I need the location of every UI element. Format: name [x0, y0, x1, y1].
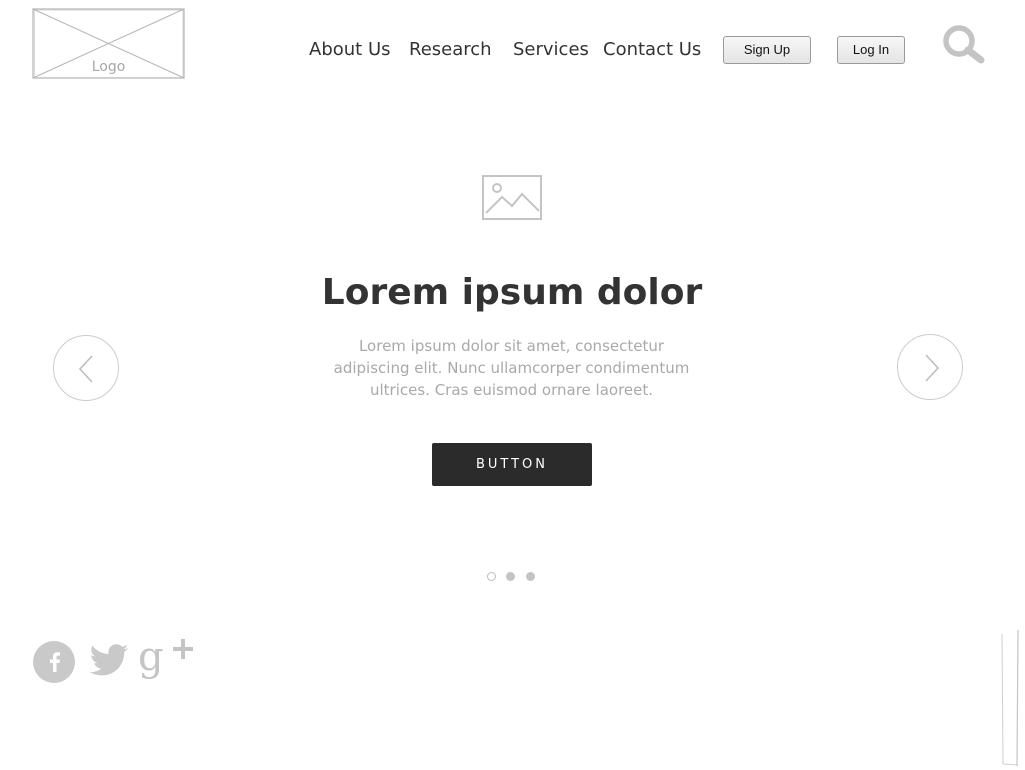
nav-about-us[interactable]: About Us: [309, 38, 391, 62]
carousel-dot-1[interactable]: [487, 572, 496, 581]
carousel-prev-button[interactable]: [53, 335, 119, 401]
hero-title: Lorem ipsum dolor: [321, 272, 703, 313]
twitter-icon[interactable]: [87, 640, 131, 682]
logo-label: Logo: [91, 59, 126, 75]
hero-description: Lorem ipsum dolor sit amet, consectetur …: [333, 337, 690, 399]
image-placeholder-icon: [482, 175, 542, 220]
hero-button[interactable]: BUTTON: [432, 443, 592, 486]
log-in-button[interactable]: Log In: [837, 36, 905, 64]
nav-services[interactable]: Services: [513, 38, 589, 62]
scrollbar-sketch: [998, 629, 1022, 767]
nav-contact-us[interactable]: Contact Us: [603, 38, 701, 62]
carousel-next-button[interactable]: [897, 334, 963, 400]
sign-up-button[interactable]: Sign Up: [723, 36, 811, 64]
google-plus-icon[interactable]: g: [138, 634, 196, 686]
search-icon[interactable]: [940, 24, 986, 64]
chevron-left-icon: [78, 355, 93, 383]
facebook-icon[interactable]: [32, 641, 76, 683]
nav-research[interactable]: Research: [409, 38, 492, 62]
carousel-dot-3[interactable]: [526, 572, 535, 581]
carousel-dot-2[interactable]: [506, 572, 515, 581]
chevron-right-icon: [925, 354, 940, 382]
svg-text:g: g: [138, 638, 164, 680]
logo-placeholder[interactable]: Logo: [32, 8, 185, 79]
